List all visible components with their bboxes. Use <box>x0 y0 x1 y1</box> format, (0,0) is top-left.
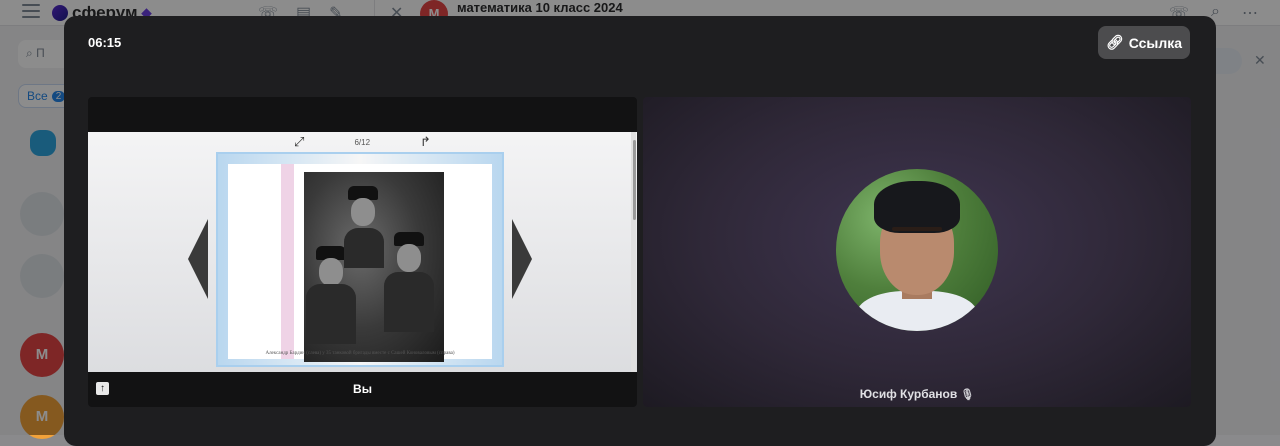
participant-name-label: Юсиф Курбанов 🎙︎ <box>643 381 1191 407</box>
presentation-slide: Александр Бардин (слева) у 35 танковой б… <box>216 152 504 367</box>
historical-photo <box>304 172 444 362</box>
tile-footer: ↑ Вы <box>88 372 637 407</box>
photo-caption: Александр Бардин (слева) у 35 танковой б… <box>265 351 455 356</box>
call-timer: 06:15 <box>88 35 122 50</box>
share-icon[interactable]: ↱ <box>420 134 431 150</box>
self-video-tile[interactable]: ⤢ 6/12 ↱ Александр Бардин (слева) у 35 т… <box>88 97 637 407</box>
participant-avatar <box>836 169 998 331</box>
screen-share: ⤢ 6/12 ↱ Александр Бардин (слева) у 35 т… <box>88 132 637 372</box>
participant-name: Юсиф Курбанов <box>859 387 958 401</box>
link-icon: 🔗︎ <box>1105 34 1124 50</box>
copy-link-label: Ссылка <box>1128 34 1183 51</box>
fullscreen-icon[interactable]: ⤢ <box>294 134 304 150</box>
participant-tile[interactable]: Юсиф Курбанов 🎙︎ <box>643 97 1191 407</box>
mic-off-icon: 🎙︎ <box>960 388 975 401</box>
copy-link-button[interactable]: 🔗︎ Ссылка <box>1098 26 1190 59</box>
scrollbar-thumb[interactable] <box>633 140 636 220</box>
call-modal: 06:15 🔗︎ Ссылка ⤢ 6/12 ↱ Александр Барди… <box>64 16 1216 446</box>
page-counter: 6/12 <box>354 137 371 147</box>
prev-slide-arrow-icon[interactable] <box>188 219 208 299</box>
presentation-toolbar: ⤢ 6/12 ↱ <box>88 132 637 152</box>
self-label: Вы <box>353 382 372 396</box>
slide-content: Александр Бардин (слева) у 35 танковой б… <box>228 164 492 362</box>
next-slide-arrow-icon[interactable] <box>512 219 532 299</box>
